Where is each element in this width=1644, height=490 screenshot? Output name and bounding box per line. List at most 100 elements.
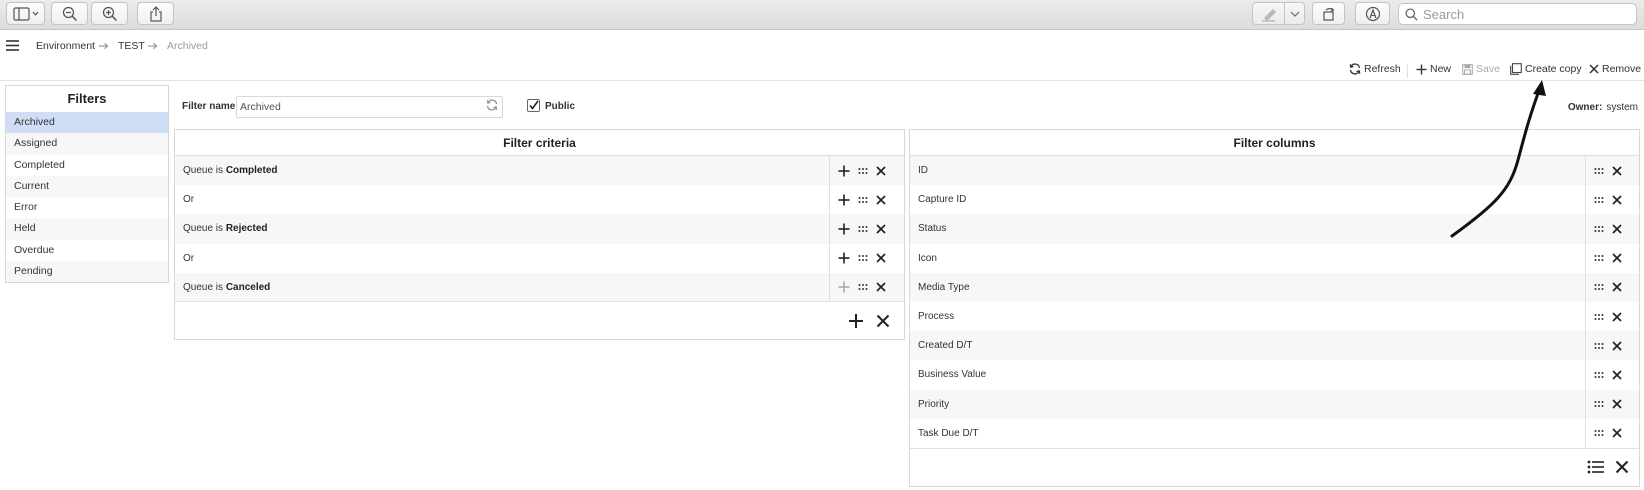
filter-item-overdue[interactable]: Overdue bbox=[6, 240, 168, 261]
filter-item-assigned[interactable]: Assigned bbox=[6, 133, 168, 155]
pen-icon bbox=[1261, 6, 1279, 22]
breadcrumb-archived: Archived bbox=[167, 40, 208, 52]
plus-icon[interactable] bbox=[838, 223, 850, 235]
column-row: Process bbox=[910, 301, 1639, 332]
columns-list: ID Capture ID Status Icon Media Type Process C… bbox=[910, 156, 1639, 448]
breadcrumb-test[interactable]: TEST bbox=[118, 40, 145, 52]
drag-handle-icon[interactable] bbox=[858, 167, 868, 175]
owner-value: system bbox=[1606, 102, 1638, 113]
close-icon[interactable] bbox=[876, 282, 886, 292]
criteria-value: Canceled bbox=[225, 281, 271, 293]
drag-handle-icon[interactable] bbox=[858, 283, 868, 291]
filter-item-current[interactable]: Current bbox=[6, 175, 168, 198]
filter-name-input[interactable] bbox=[236, 96, 503, 118]
close-icon[interactable] bbox=[1612, 282, 1622, 292]
drag-handle-icon[interactable] bbox=[858, 225, 868, 233]
new-label: New bbox=[1430, 63, 1452, 75]
menu-icon[interactable] bbox=[6, 40, 19, 51]
column-row: Status bbox=[910, 214, 1639, 244]
drag-handle-icon[interactable] bbox=[1594, 167, 1604, 175]
close-icon[interactable] bbox=[1612, 370, 1622, 380]
filter-item-error[interactable]: Error bbox=[6, 197, 168, 218]
search-field[interactable]: Search bbox=[1398, 3, 1637, 25]
breadcrumb-bar: Environment TEST Archived bbox=[0, 31, 1644, 61]
list-icon[interactable] bbox=[1587, 460, 1605, 474]
add-criteria-icon[interactable] bbox=[848, 313, 864, 329]
drag-handle-icon[interactable] bbox=[1594, 225, 1604, 233]
copy-icon bbox=[1510, 63, 1525, 75]
clear-criteria-icon[interactable] bbox=[876, 314, 890, 328]
close-icon[interactable] bbox=[1612, 195, 1622, 205]
chevron-down-icon[interactable] bbox=[1290, 10, 1300, 18]
action-bar: Refresh New Save Create copy Remove bbox=[0, 61, 1644, 81]
plus-icon[interactable] bbox=[838, 165, 850, 177]
plus-icon[interactable] bbox=[838, 252, 850, 264]
rotate-button[interactable] bbox=[1312, 2, 1345, 25]
refresh-button[interactable]: Refresh bbox=[1349, 63, 1401, 75]
drag-handle-icon[interactable] bbox=[1594, 283, 1604, 291]
drag-handle-icon[interactable] bbox=[1594, 196, 1604, 204]
filter-item-pending[interactable]: Pending bbox=[6, 261, 168, 283]
remove-button[interactable]: Remove bbox=[1589, 63, 1641, 75]
criteria-label: Queue is Canceled bbox=[175, 282, 904, 293]
filters-panel: Filters Archived Assigned Completed Current… bbox=[5, 85, 169, 283]
markup-button[interactable] bbox=[1355, 2, 1390, 25]
remove-label: Remove bbox=[1602, 63, 1642, 75]
filter-item-held[interactable]: Held bbox=[6, 218, 168, 240]
clear-columns-icon[interactable] bbox=[1615, 460, 1629, 474]
close-icon bbox=[1589, 64, 1602, 74]
new-button[interactable]: New bbox=[1416, 63, 1451, 75]
save-button[interactable]: Save bbox=[1462, 63, 1500, 75]
filter-item-completed[interactable]: Completed bbox=[6, 155, 168, 176]
create-copy-button[interactable]: Create copy bbox=[1510, 63, 1582, 75]
column-row: Media Type bbox=[910, 272, 1639, 302]
criteria-prefix: Queue is bbox=[183, 165, 226, 177]
column-label: Process bbox=[918, 311, 955, 323]
filters-title: Filters bbox=[67, 91, 107, 106]
criteria-row: Or bbox=[175, 185, 904, 215]
zoom-in-button[interactable] bbox=[91, 2, 128, 25]
close-icon[interactable] bbox=[876, 253, 886, 263]
share-button[interactable] bbox=[137, 2, 174, 25]
column-label: Media Type bbox=[918, 281, 970, 293]
close-icon[interactable] bbox=[1612, 224, 1622, 234]
close-icon[interactable] bbox=[1612, 253, 1622, 263]
filter-item-archived[interactable]: Archived bbox=[6, 112, 168, 134]
create-copy-label: Create copy bbox=[1525, 63, 1582, 75]
drag-handle-icon[interactable] bbox=[1594, 254, 1604, 262]
sidebar-toggle-button[interactable] bbox=[6, 2, 45, 25]
action-divider bbox=[1407, 64, 1408, 78]
rotate-icon bbox=[1321, 6, 1337, 22]
close-icon[interactable] bbox=[1612, 311, 1622, 322]
drag-handle-icon[interactable] bbox=[858, 196, 868, 204]
filter-criteria-title: Filter criteria bbox=[175, 130, 904, 156]
save-label: Save bbox=[1476, 63, 1500, 75]
plus-icon[interactable] bbox=[838, 194, 850, 206]
column-row: Icon bbox=[910, 243, 1639, 273]
drag-handle-icon[interactable] bbox=[1594, 400, 1604, 408]
close-icon[interactable] bbox=[876, 195, 886, 205]
plus-icon[interactable] bbox=[838, 281, 850, 293]
column-row: Capture ID bbox=[910, 185, 1639, 215]
breadcrumb-environment[interactable]: Environment bbox=[36, 40, 95, 52]
drag-handle-icon[interactable] bbox=[1594, 342, 1604, 350]
drag-handle-icon[interactable] bbox=[858, 254, 868, 262]
close-icon[interactable] bbox=[1612, 428, 1622, 438]
zoom-out-button[interactable] bbox=[51, 2, 88, 25]
close-icon[interactable] bbox=[876, 165, 886, 176]
refresh-icon[interactable] bbox=[486, 99, 498, 111]
criteria-label: Or bbox=[175, 194, 904, 205]
close-icon[interactable] bbox=[1612, 165, 1622, 176]
criteria-prefix: Or bbox=[183, 252, 195, 264]
arrow-right-icon bbox=[148, 42, 158, 50]
drag-handle-icon[interactable] bbox=[1594, 371, 1604, 379]
close-icon[interactable] bbox=[1612, 341, 1622, 351]
column-row: Priority bbox=[910, 389, 1639, 419]
window-toolbar: Search bbox=[0, 0, 1644, 30]
drag-handle-icon[interactable] bbox=[1594, 429, 1604, 437]
drag-handle-icon[interactable] bbox=[1594, 313, 1604, 321]
close-icon[interactable] bbox=[876, 224, 886, 234]
zoom-in-icon bbox=[102, 6, 118, 22]
close-icon[interactable] bbox=[1612, 399, 1622, 409]
public-checkbox[interactable] bbox=[527, 99, 540, 112]
